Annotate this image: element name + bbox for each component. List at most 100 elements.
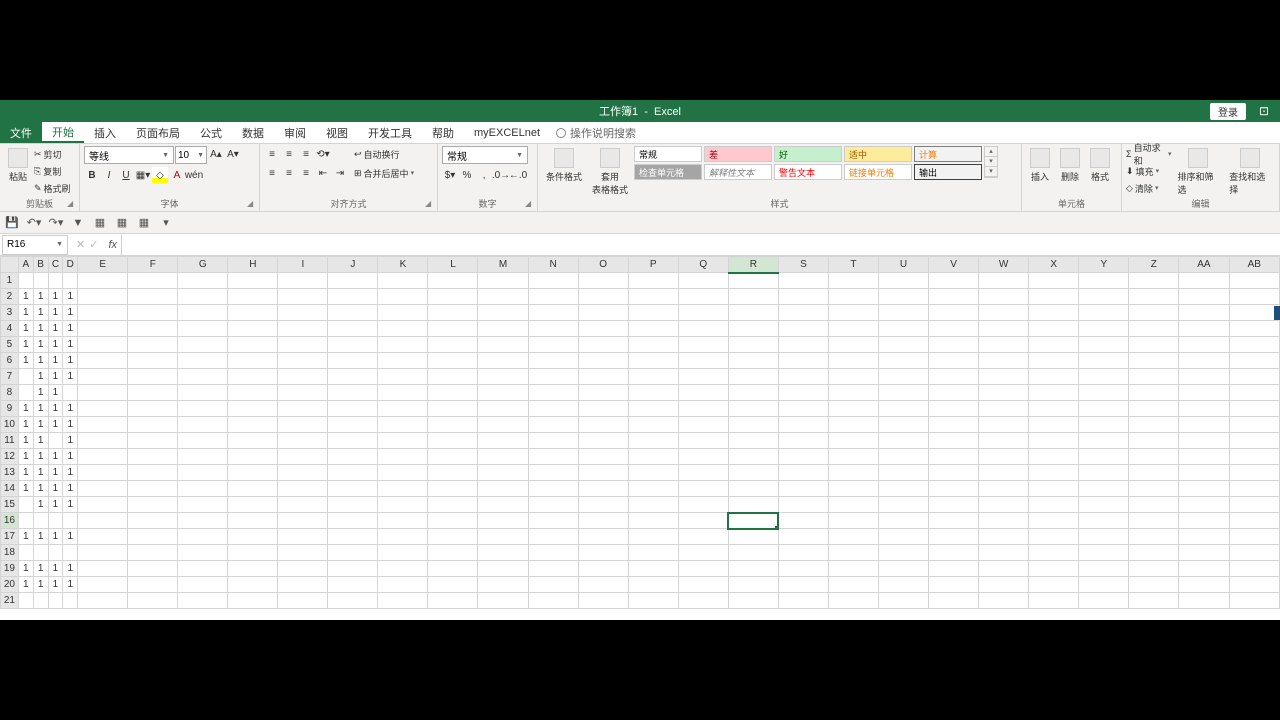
cell[interactable]: 1 — [33, 449, 48, 465]
cell[interactable] — [929, 417, 979, 433]
cell[interactable] — [328, 513, 378, 529]
column-header[interactable]: M — [478, 257, 528, 273]
cell[interactable]: 1 — [48, 289, 63, 305]
menu-tab-10[interactable]: myEXCELnet — [464, 122, 550, 143]
cell[interactable] — [778, 353, 828, 369]
cell[interactable]: 1 — [48, 497, 63, 513]
column-header[interactable]: Z — [1129, 257, 1179, 273]
cell[interactable] — [1229, 433, 1279, 449]
cell[interactable] — [1079, 417, 1129, 433]
cell[interactable] — [878, 545, 928, 561]
cell[interactable]: 1 — [48, 321, 63, 337]
cell[interactable] — [728, 289, 778, 305]
cell[interactable]: 1 — [18, 353, 33, 369]
column-header[interactable]: V — [929, 257, 979, 273]
cell[interactable] — [1079, 481, 1129, 497]
cell[interactable] — [278, 417, 328, 433]
cell[interactable] — [1179, 417, 1229, 433]
cell[interactable] — [128, 353, 178, 369]
cell[interactable] — [1079, 305, 1129, 321]
cell[interactable] — [1029, 593, 1079, 609]
cell[interactable] — [578, 353, 628, 369]
cell[interactable] — [778, 561, 828, 577]
clipboard-dialog-launcher[interactable]: ◢ — [67, 199, 77, 209]
row-header[interactable]: 16 — [1, 513, 19, 529]
cell[interactable] — [178, 417, 228, 433]
cell[interactable] — [128, 497, 178, 513]
column-header[interactable]: K — [378, 257, 428, 273]
style-cell[interactable]: 警告文本 — [774, 164, 842, 180]
cell[interactable] — [628, 481, 678, 497]
cell[interactable]: 1 — [63, 465, 78, 481]
cell[interactable] — [678, 305, 728, 321]
cell[interactable] — [628, 417, 678, 433]
cell[interactable] — [178, 305, 228, 321]
cell[interactable] — [478, 545, 528, 561]
increase-font-button[interactable]: A▴ — [208, 146, 224, 162]
decrease-font-button[interactable]: A▾ — [225, 146, 241, 162]
cell[interactable] — [78, 545, 128, 561]
cell[interactable] — [1229, 305, 1279, 321]
cell[interactable] — [878, 577, 928, 593]
cell[interactable] — [1079, 593, 1129, 609]
cell[interactable] — [528, 289, 578, 305]
cell[interactable]: 1 — [63, 417, 78, 433]
cell[interactable] — [828, 433, 878, 449]
cell[interactable] — [728, 401, 778, 417]
cell[interactable] — [828, 465, 878, 481]
cell[interactable]: 1 — [18, 321, 33, 337]
cell[interactable] — [528, 353, 578, 369]
cell[interactable] — [778, 369, 828, 385]
cell[interactable] — [628, 321, 678, 337]
cell[interactable] — [778, 529, 828, 545]
cell[interactable] — [528, 593, 578, 609]
font-size-select[interactable]: 10▼ — [175, 146, 207, 164]
cell[interactable]: 1 — [18, 577, 33, 593]
autosum-button[interactable]: Σ自动求和▾ — [1126, 146, 1172, 162]
cell[interactable] — [728, 337, 778, 353]
cell[interactable] — [578, 273, 628, 289]
cell[interactable] — [979, 305, 1029, 321]
menu-tab-6[interactable]: 审阅 — [274, 122, 316, 143]
cell[interactable] — [578, 305, 628, 321]
cell[interactable] — [979, 321, 1029, 337]
cell[interactable] — [328, 529, 378, 545]
cell[interactable]: 1 — [63, 401, 78, 417]
format-cells-button[interactable]: 格式 — [1086, 146, 1114, 185]
cell[interactable]: 1 — [33, 577, 48, 593]
cell[interactable] — [778, 321, 828, 337]
cell[interactable] — [78, 433, 128, 449]
cell[interactable] — [278, 369, 328, 385]
cell[interactable] — [328, 561, 378, 577]
cell[interactable] — [728, 577, 778, 593]
cell[interactable] — [278, 481, 328, 497]
style-cell[interactable]: 链接单元格 — [844, 164, 912, 180]
cell[interactable] — [678, 449, 728, 465]
cell[interactable] — [1029, 401, 1079, 417]
column-header[interactable]: A — [18, 257, 33, 273]
style-cell[interactable]: 差 — [704, 146, 772, 162]
cell[interactable] — [1029, 353, 1079, 369]
cell[interactable] — [1179, 593, 1229, 609]
cell[interactable] — [979, 513, 1029, 529]
cell[interactable] — [178, 577, 228, 593]
cell[interactable]: 1 — [33, 529, 48, 545]
cell[interactable]: 1 — [48, 561, 63, 577]
cell[interactable] — [78, 385, 128, 401]
cell[interactable] — [378, 433, 428, 449]
cell[interactable] — [878, 401, 928, 417]
cell[interactable] — [1129, 369, 1179, 385]
cell[interactable]: 1 — [63, 305, 78, 321]
decrease-decimal-button[interactable]: ←.0 — [510, 167, 526, 183]
cell[interactable] — [979, 385, 1029, 401]
cell[interactable] — [979, 417, 1029, 433]
cell[interactable]: 1 — [18, 465, 33, 481]
cell[interactable] — [63, 385, 78, 401]
cell[interactable] — [1079, 321, 1129, 337]
cell[interactable] — [328, 321, 378, 337]
cell[interactable]: 1 — [18, 337, 33, 353]
cell[interactable]: 1 — [18, 433, 33, 449]
gallery-down-icon[interactable]: ▾ — [985, 157, 997, 167]
cell[interactable] — [78, 401, 128, 417]
cell[interactable] — [1229, 417, 1279, 433]
